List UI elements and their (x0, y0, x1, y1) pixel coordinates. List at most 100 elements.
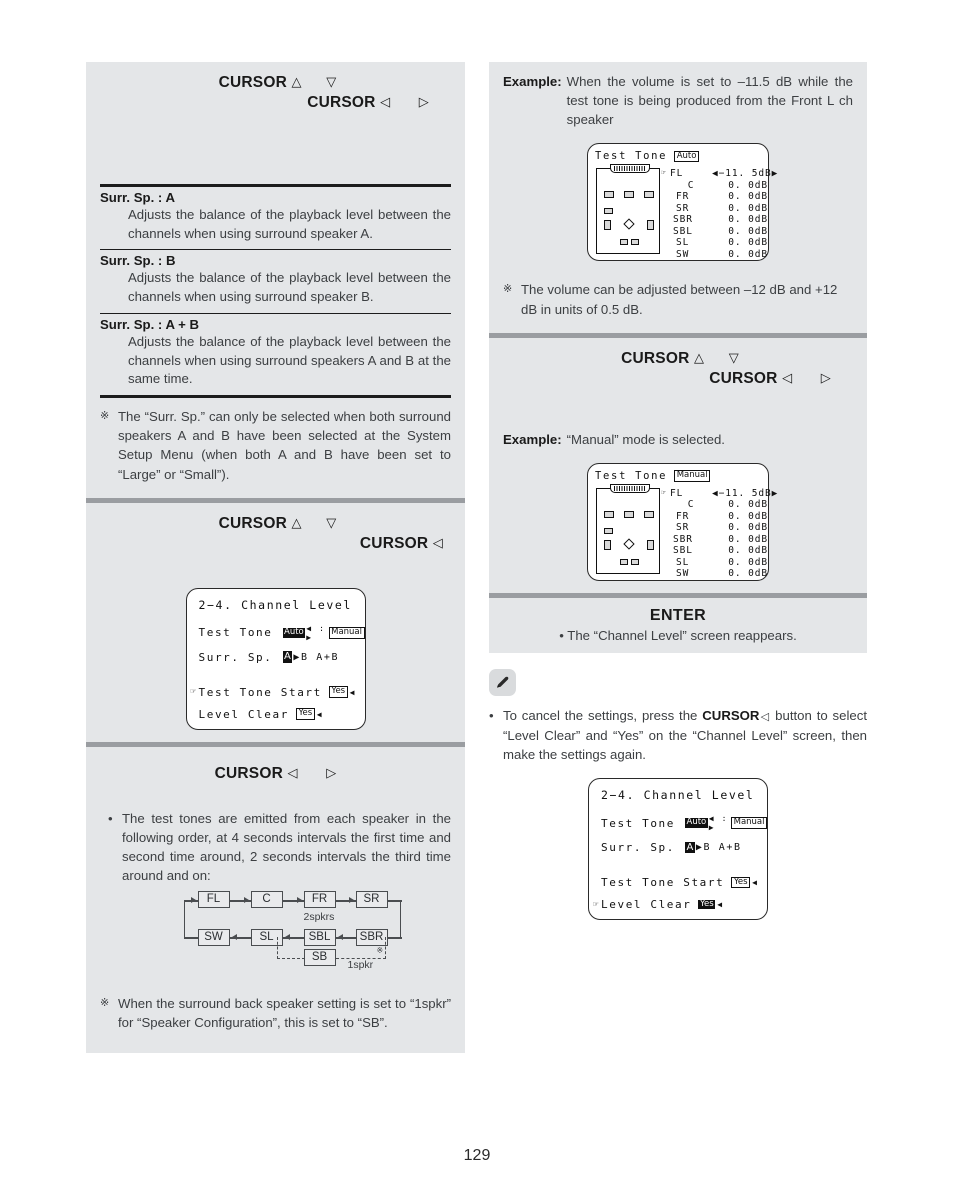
cursor-heading-group-4: CURSOR △ ▽ CURSOR ◁ ▷ (503, 338, 853, 388)
channel-row[interactable]: SBR 0. 0dB (670, 534, 768, 545)
flow-label-2spkrs: 2spkrs (303, 911, 335, 924)
left-column: CURSOR △ ▽ CURSOR ◁ ▷ Surr. Sp. : A Adju… (86, 62, 465, 1053)
triangle-down-icon: ▽ (326, 514, 337, 530)
osd-row[interactable]: ☞ Test Tone Start Yes ◀ (187, 686, 365, 699)
channel-name: SBL (673, 225, 693, 237)
channel-row[interactable]: SW 0. 0dB (670, 568, 768, 579)
speaker-sbl-icon (620, 558, 628, 565)
channel-row[interactable]: FR 0. 0dB (670, 191, 768, 202)
channel-row[interactable]: SL 0. 0dB (670, 557, 768, 568)
flow-box: SBR (355, 929, 388, 947)
channel-row[interactable]: FR 0. 0dB (670, 511, 768, 522)
channel-name: SBR (673, 214, 693, 226)
osd-title: 2−4. Channel Level (198, 597, 352, 612)
cursor-updown-heading: CURSOR △ ▽ (100, 74, 451, 92)
osd-value-chip-alt[interactable]: Manual (328, 626, 365, 639)
test-tone-osd: Test Tone Auto ☞ FL ◀−11. 5dB▶ C 0. 0dB … (587, 143, 777, 262)
channel-row[interactable]: SBR 0. 0dB (670, 214, 768, 225)
triangle-up-icon: △ (693, 349, 705, 365)
note-mark-icon: ※ (100, 997, 110, 1010)
channel-name: SW (676, 248, 690, 260)
triangle-left-icon: ◁ (287, 764, 298, 780)
channel-row[interactable]: SR 0. 0dB (670, 522, 768, 533)
cursor-updown-heading: CURSOR △ ▽ (100, 515, 451, 533)
listener-position-icon (623, 538, 635, 550)
osd-value-chip[interactable]: Yes (731, 876, 751, 889)
osd-value-chip[interactable]: Auto (282, 627, 306, 638)
channel-value: 0. 0dB (728, 179, 768, 191)
example-text: When the volume is set to –11.5 dB while… (566, 74, 853, 128)
osd-value-chip[interactable]: A (685, 841, 695, 854)
osd-row-options[interactable]: ▶B A+B (696, 842, 742, 853)
memo-bullet: • To cancel the settings, press the CURS… (489, 706, 867, 764)
channel-row[interactable]: SBL 0. 0dB (670, 545, 768, 556)
cursor-label-bold: CURSOR (702, 707, 760, 723)
flow-dashed-line (276, 958, 305, 960)
triangle-right-icon: ▷ (418, 94, 429, 109)
speaker-fl-icon (604, 191, 614, 199)
note-mark-icon: ※ (503, 283, 513, 296)
flow-label-1spkr: 1spkr (347, 959, 374, 972)
example-label: Example: (503, 74, 562, 89)
osd-row[interactable]: Test Tone Auto ◀ : ▶ Manual (187, 624, 365, 642)
osd-title: Test Tone (595, 150, 668, 163)
osd-row[interactable]: Test Tone Start Yes ◀ (589, 876, 767, 889)
osd-value-chip[interactable]: Yes (295, 708, 315, 721)
flow-line (183, 937, 198, 939)
speaker-c-icon (624, 510, 634, 518)
osd-row[interactable]: Level Clear Yes ◀ (187, 708, 365, 721)
channel-row[interactable]: SW 0. 0dB (670, 249, 768, 260)
left-section-1: CURSOR △ ▽ CURSOR ◁ ▷ Surr. Sp. : A Adju… (86, 62, 465, 498)
osd-row[interactable]: ☞ Level Clear Yes ◀ (589, 898, 767, 911)
osd-row[interactable]: Test Tone Auto ◀ : ▶ Manual (589, 814, 767, 832)
channel-name: FL (670, 487, 684, 499)
note-mark-icon: ※ (100, 410, 110, 423)
speaker-layout-diagram (596, 483, 660, 574)
osd-row[interactable]: Surr. Sp. A ▶B A+B (589, 841, 767, 854)
channel-row[interactable]: SBL 0. 0dB (670, 226, 768, 237)
triangle-up-icon: △ (291, 514, 302, 530)
osd-value-chip-alt[interactable]: Manual (731, 817, 767, 829)
triangle-right-icon: ▷ (820, 369, 831, 385)
definition-description: Adjusts the balance of the playback leve… (128, 270, 451, 305)
channel-name: SBR (673, 533, 693, 545)
flow-arrow-icon (190, 896, 196, 903)
channel-name: SL (676, 556, 690, 568)
channel-name: C (687, 499, 695, 511)
speaker-sr-icon (647, 539, 654, 550)
memo-text: To cancel the settings, press the CURSOR… (503, 706, 867, 764)
osd-mode-chip[interactable]: Auto (674, 150, 699, 163)
channel-name: FL (670, 168, 684, 180)
pencil-icon (497, 676, 509, 688)
osd-body: ☞ FL ◀−11. 5dB▶ C 0. 0dB FR 0. 0dB SR 0.… (588, 162, 777, 260)
osd-value-chip[interactable]: Auto (685, 817, 708, 828)
cursor-updown-heading: CURSOR △ ▽ (503, 350, 853, 368)
cursor-leftright-heading: CURSOR ◁ ▷ (100, 765, 451, 783)
channel-row[interactable]: SL 0. 0dB (670, 237, 768, 248)
right-column: Example: When the volume is set to –11.5… (489, 62, 867, 921)
cursor-label: CURSOR (218, 514, 287, 532)
cursor-heading-group-3: CURSOR ◁ ▷ (100, 747, 451, 783)
channel-row[interactable]: ☞ FL ◀−11. 5dB▶ (661, 487, 777, 499)
channel-row[interactable]: C 0. 0dB (670, 180, 768, 191)
flow-box: SW (197, 929, 230, 947)
channel-level-osd-container-cancel: 2−4. Channel Level Test Tone Auto ◀ : ▶ … (489, 778, 867, 921)
channel-value: 0. 0dB (728, 225, 768, 237)
osd-row-arrows: ◀ : ▶ (708, 814, 728, 833)
channel-row[interactable]: C 0. 0dB (670, 499, 768, 510)
osd-row-options[interactable]: ▶B A+B (293, 652, 339, 663)
osd-row-label: Test Tone Start (198, 685, 322, 699)
osd-value-chip[interactable]: Yes (698, 899, 716, 910)
osd-value-chip[interactable]: Yes (328, 686, 348, 699)
channel-row[interactable]: ☞ FL ◀−11. 5dB▶ (661, 168, 777, 180)
osd-header: Test Tone Manual (588, 470, 768, 482)
channel-row[interactable]: SR 0. 0dB (670, 203, 768, 214)
channel-value: 0. 0dB (728, 533, 768, 545)
osd-value-chip[interactable]: A (282, 651, 293, 663)
example-manual-mode: Example: “Manual” mode is selected. (503, 430, 853, 449)
channel-name: SR (676, 202, 690, 214)
osd-row[interactable]: Surr. Sp. A ▶B A+B (187, 651, 365, 664)
enter-heading: ENTER (649, 606, 707, 624)
osd-mode-chip[interactable]: Manual (674, 469, 711, 482)
flow-dashed-line (384, 937, 387, 960)
